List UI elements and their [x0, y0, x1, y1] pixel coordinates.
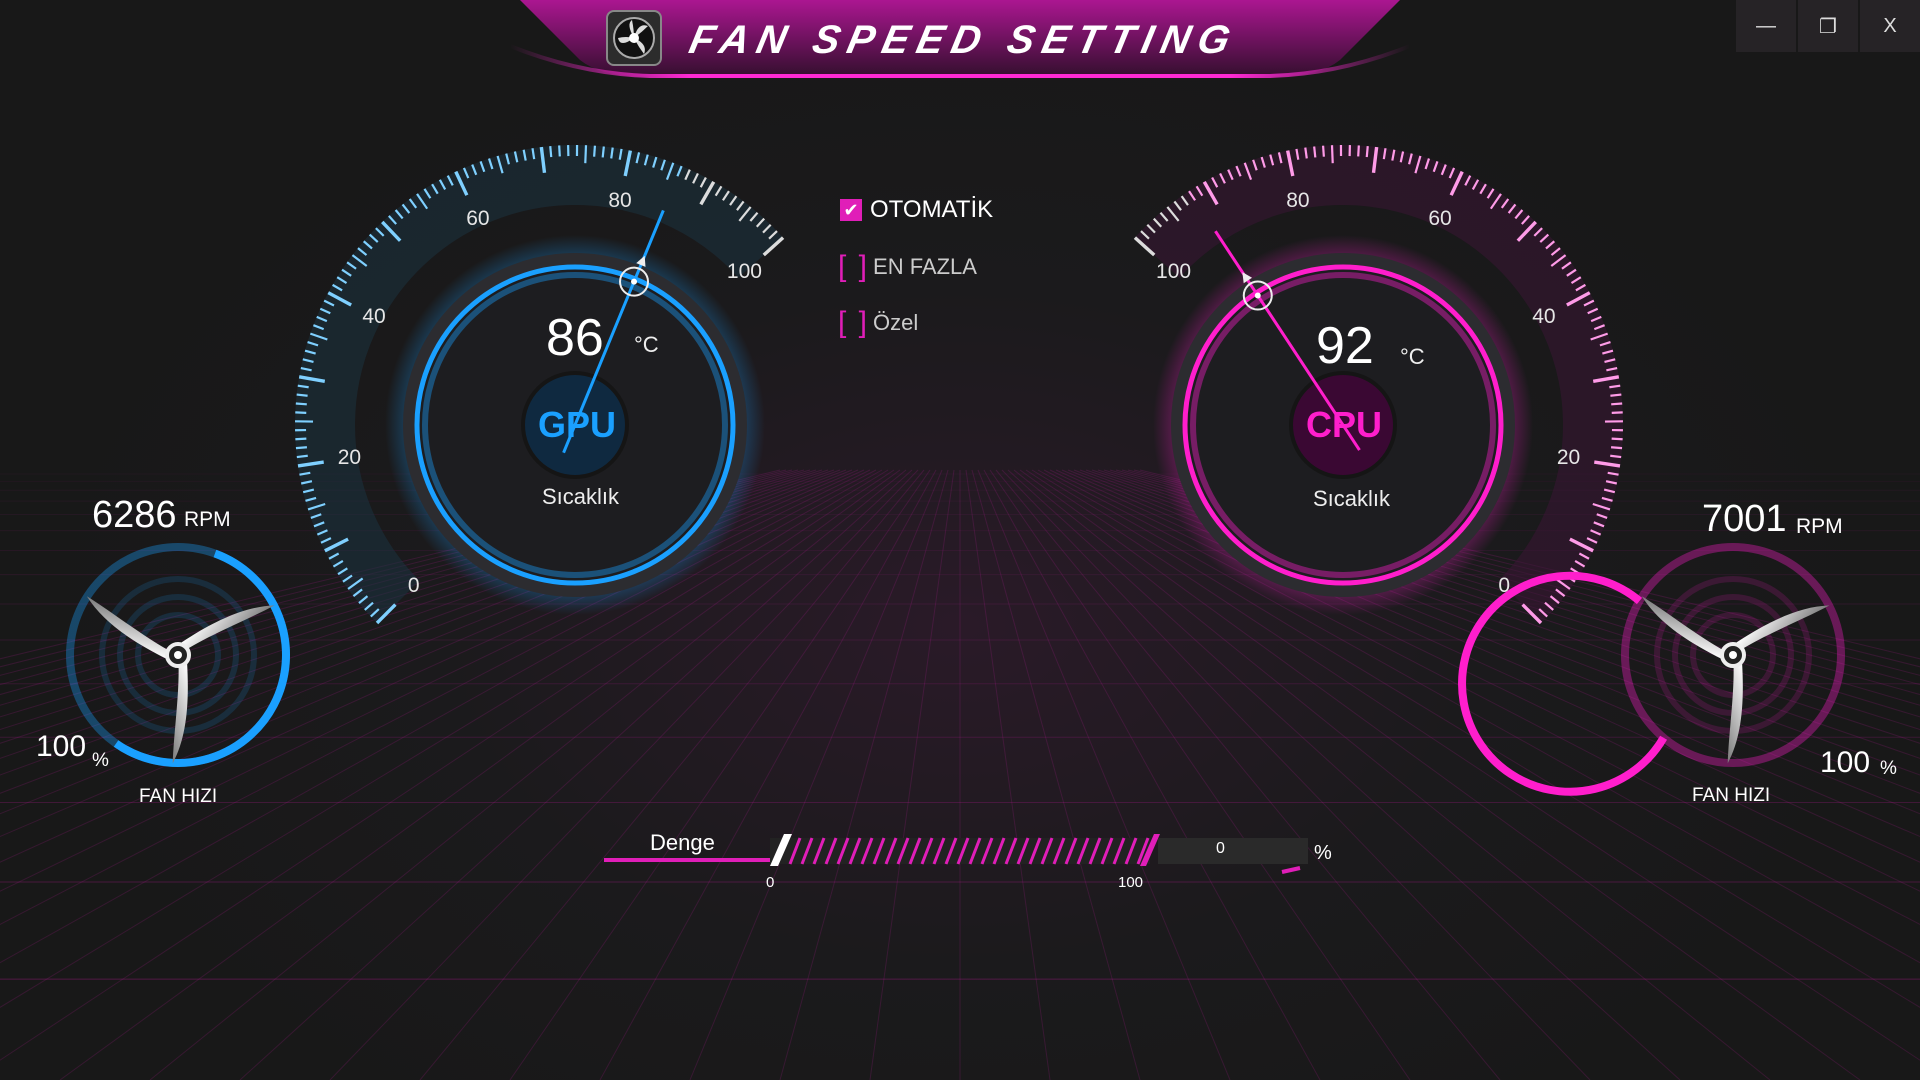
- app-logo-icon: [606, 10, 662, 66]
- close-button[interactable]: X: [1860, 0, 1920, 52]
- checkbox-empty-icon[interactable]: [ ]: [838, 250, 869, 284]
- gpu-scale-label: 60: [466, 206, 490, 230]
- slider-track[interactable]: [770, 836, 1150, 866]
- cpu-temperature-unit: °C: [1400, 344, 1425, 369]
- app-title: FAN SPEED SETTING: [685, 18, 1242, 62]
- slider-value-field[interactable]: [1158, 836, 1308, 866]
- gpu-chip-label: GPU: [538, 404, 617, 445]
- cpu-scale-label: 80: [1286, 189, 1310, 213]
- gpu-temperature-unit: °C: [634, 332, 659, 357]
- gpu-fan-rpm-unit: RPM: [184, 508, 231, 531]
- gpu-scale-label: 100: [726, 260, 762, 284]
- slider-min-label: 0: [766, 874, 775, 891]
- cpu-scale-label: 60: [1428, 206, 1452, 230]
- slider-max-label: 100: [1118, 874, 1144, 891]
- cpu-scale-label: 100: [1156, 260, 1192, 284]
- gpu-fan-label: FAN HIZI: [139, 786, 218, 807]
- mode-otomatik[interactable]: ✔ OTOMATİK: [840, 196, 993, 224]
- gpu-fan-rpm: 6286: [92, 494, 177, 536]
- cpu-temperature-label: Sıcaklık: [1313, 486, 1391, 511]
- gpu-fan-percent-unit: %: [92, 750, 109, 771]
- cpu-fan-label: FAN HIZI: [1692, 785, 1771, 806]
- mode-en-fazla[interactable]: [ ] EN FAZLA: [838, 250, 977, 284]
- slider-label: Denge: [650, 830, 715, 855]
- restore-button[interactable]: ❐: [1798, 0, 1858, 52]
- cpu-fan-rpm: 7001: [1702, 498, 1787, 540]
- gpu-scale-label: 80: [608, 189, 632, 213]
- gpu-scale-label: 40: [362, 305, 386, 329]
- slider-value: 0: [1216, 840, 1225, 857]
- cpu-fan-percent-unit: %: [1880, 758, 1897, 779]
- cpu-scale-label: 40: [1532, 305, 1556, 329]
- mode-label: EN FAZLA: [873, 254, 977, 279]
- cpu-scale-label: 20: [1556, 446, 1581, 470]
- cpu-chip-label: CPU: [1306, 404, 1383, 445]
- mode-label: OTOMATİK: [870, 196, 994, 223]
- cpu-fan-percent: 100: [1820, 746, 1871, 779]
- cpu-scale-label: 0: [1498, 574, 1511, 598]
- gpu-fan-percent: 100: [36, 730, 87, 763]
- minimize-button[interactable]: —: [1736, 0, 1796, 52]
- checkbox-empty-icon[interactable]: [ ]: [838, 306, 869, 340]
- cpu-temperature-value: 92: [1316, 317, 1374, 375]
- gpu-scale-label: 0: [407, 574, 420, 598]
- gpu-scale-label: 20: [337, 446, 362, 470]
- cpu-fan-rpm-unit: RPM: [1796, 515, 1843, 538]
- gpu-temperature-label: Sıcaklık: [542, 484, 620, 509]
- mode-label: Özel: [873, 310, 919, 335]
- gpu-temperature-value: 86: [546, 309, 604, 367]
- slider-unit: %: [1314, 842, 1332, 864]
- checkbox-checked-icon[interactable]: ✔: [840, 199, 862, 221]
- mode-ozel[interactable]: [ ] Özel: [838, 306, 918, 340]
- background-grid: [0, 469, 1920, 1080]
